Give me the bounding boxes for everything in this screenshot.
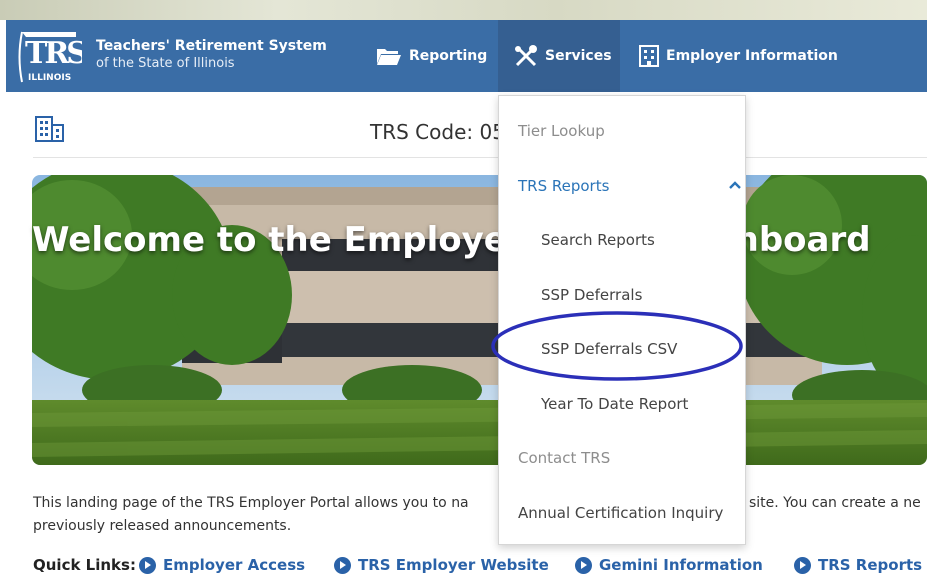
menu-item-year-to-date-report[interactable]: Year To Date Report [499,389,787,419]
quick-link-label: Gemini Information [599,556,763,574]
nav-reporting-label: Reporting [409,48,488,64]
svg-text:ILLINOIS: ILLINOIS [28,73,71,83]
quick-link-gemini-information[interactable]: Gemini Information [575,556,763,574]
quick-link-trs-employer-website[interactable]: TRS Employer Website [334,556,549,574]
chevron-up-icon [729,181,741,189]
nav-services-label: Services [545,48,612,64]
quick-link-label: TRS Employer Website [358,556,549,574]
menu-item-annual-certification-inquiry[interactable]: Annual Certification Inquiry [499,498,764,528]
quick-link-trs-reports[interactable]: TRS Reports [794,556,922,574]
org-name: Teachers' Retirement System of the State… [96,37,327,73]
browser-top-strip [0,0,927,20]
hero-banner [32,175,927,465]
tools-icon [515,45,537,67]
trs-logo[interactable]: TRS ILLINOIS [16,29,82,85]
arrow-circle-icon [794,556,811,574]
nav-services[interactable]: Services [498,20,620,92]
menu-item-trs-reports-label: TRS Reports [518,177,610,195]
quick-link-label: Employer Access [163,556,306,574]
quick-links-label: Quick Links: [33,556,136,574]
menu-item-search-reports[interactable]: Search Reports [499,225,787,255]
employer-building-icon [35,116,64,142]
quick-link-label: TRS Reports [818,556,923,574]
trs-code: TRS Code: 05 [370,120,505,144]
building-icon [639,45,659,67]
folder-icon [377,49,401,65]
arrow-circle-icon [334,556,351,574]
intro-line1-left: This landing page of the TRS Employer Po… [33,495,469,511]
menu-item-contact-trs[interactable]: Contact TRS [499,443,764,473]
nav-employer-information[interactable]: Employer Information [639,20,838,92]
arrow-circle-icon [139,556,156,574]
page-header: TRS Code: 05 [33,115,927,158]
quick-link-employer-access[interactable]: Employer Access [139,556,305,574]
intro-line1-right: site. You can create a ne [749,495,921,511]
hero-building-photo [32,175,927,465]
top-navbar: TRS ILLINOIS Teachers' Retirement System… [6,20,927,92]
nav-reporting[interactable]: Reporting [376,20,487,92]
svg-text:TRS: TRS [25,36,82,71]
org-name-line1: Teachers' Retirement System [96,38,327,54]
menu-item-tier-lookup[interactable]: Tier Lookup [499,116,764,146]
annotation-highlight-circle [491,311,743,381]
org-name-line2: of the State of Illinois [96,56,235,71]
menu-item-trs-reports[interactable]: TRS Reports [499,171,764,201]
arrow-circle-icon [575,556,592,574]
menu-item-ssp-deferrals[interactable]: SSP Deferrals [499,280,787,310]
nav-employer-information-label: Employer Information [666,48,838,64]
intro-line2: previously released announcements. [33,518,292,534]
